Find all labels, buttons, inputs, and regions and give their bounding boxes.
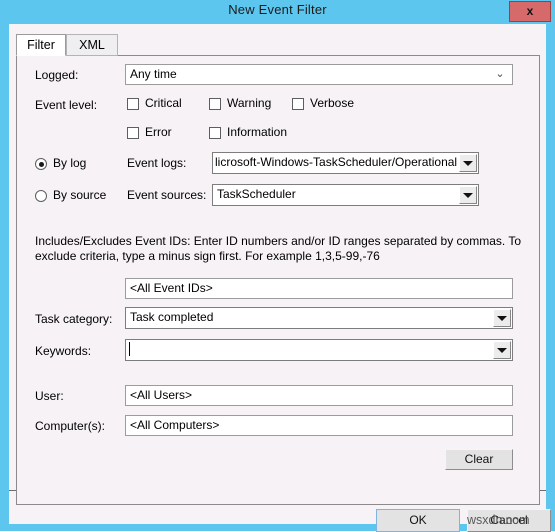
computers-value: <All Computers> xyxy=(130,418,220,432)
checkbox-label: Verbose xyxy=(310,96,355,110)
close-icon[interactable]: x xyxy=(509,1,551,22)
event-logs-label: Event logs: xyxy=(127,156,187,170)
user-value: <All Users> xyxy=(130,388,193,402)
checkbox-label: Information xyxy=(227,125,288,139)
checkbox-label: Warning xyxy=(227,96,272,110)
checkbox-box xyxy=(209,127,221,139)
tab-xml[interactable]: XML xyxy=(66,34,118,56)
user-input[interactable]: <All Users> xyxy=(125,385,513,406)
dropdown-arrow-icon[interactable] xyxy=(459,154,477,172)
checkbox-label: Error xyxy=(145,125,172,139)
dialog-body: Filter XML Logged: Any time ⌄ Event leve… xyxy=(9,24,551,532)
ok-button[interactable]: OK xyxy=(376,509,460,532)
event-sources-value: TaskScheduler xyxy=(217,187,296,201)
event-ids-hint: Includes/Excludes Event IDs: Enter ID nu… xyxy=(35,234,522,263)
event-level-label: Event level: xyxy=(35,98,98,112)
event-sources-combo[interactable]: TaskScheduler xyxy=(212,184,479,206)
tab-filter[interactable]: Filter xyxy=(16,34,66,56)
dropdown-arrow-icon[interactable] xyxy=(493,341,511,359)
checkbox-label: Critical xyxy=(145,96,182,110)
task-category-value: Task completed xyxy=(130,310,214,324)
event-ids-input[interactable]: <All Event IDs> xyxy=(125,278,513,299)
logged-combo[interactable]: Any time ⌄ xyxy=(125,64,513,85)
window-title: New Event Filter xyxy=(228,2,327,17)
computers-input[interactable]: <All Computers> xyxy=(125,415,513,436)
logged-label: Logged: xyxy=(35,68,79,82)
dropdown-arrow-icon[interactable] xyxy=(493,309,511,327)
event-sources-label: Event sources: xyxy=(127,188,207,202)
logged-value: Any time xyxy=(130,67,177,81)
event-logs-combo[interactable]: licrosoft-Windows-TaskScheduler/Operatio… xyxy=(212,152,479,174)
dropdown-arrow-icon[interactable] xyxy=(459,186,477,204)
radio-label: By source xyxy=(53,188,107,202)
checkbox-box xyxy=(127,98,139,110)
event-ids-value: <All Event IDs> xyxy=(130,281,213,295)
title-bar: New Event Filter x xyxy=(0,0,555,24)
event-logs-value: licrosoft-Windows-TaskScheduler/Operatio… xyxy=(215,155,458,169)
checkbox-box xyxy=(127,127,139,139)
keywords-label: Keywords: xyxy=(35,344,92,358)
cancel-button[interactable]: Cancel xyxy=(467,509,551,532)
radio-circle xyxy=(35,158,47,170)
checkbox-box xyxy=(292,98,304,110)
computers-label: Computer(s): xyxy=(35,419,106,433)
task-category-combo[interactable]: Task completed xyxy=(125,307,513,329)
radio-label: By log xyxy=(53,156,87,170)
checkbox-box xyxy=(209,98,221,110)
filter-panel: Logged: Any time ⌄ Event level: Critical… xyxy=(16,55,540,505)
keywords-combo[interactable] xyxy=(125,339,513,361)
chevron-down-icon: ⌄ xyxy=(495,68,505,80)
clear-button[interactable]: Clear xyxy=(445,449,513,470)
radio-circle xyxy=(35,190,47,202)
text-caret xyxy=(129,342,130,356)
user-label: User: xyxy=(35,389,64,403)
dialog-window: New Event Filter x Filter XML Logged: An… xyxy=(0,0,555,532)
task-category-label: Task category: xyxy=(35,312,113,326)
